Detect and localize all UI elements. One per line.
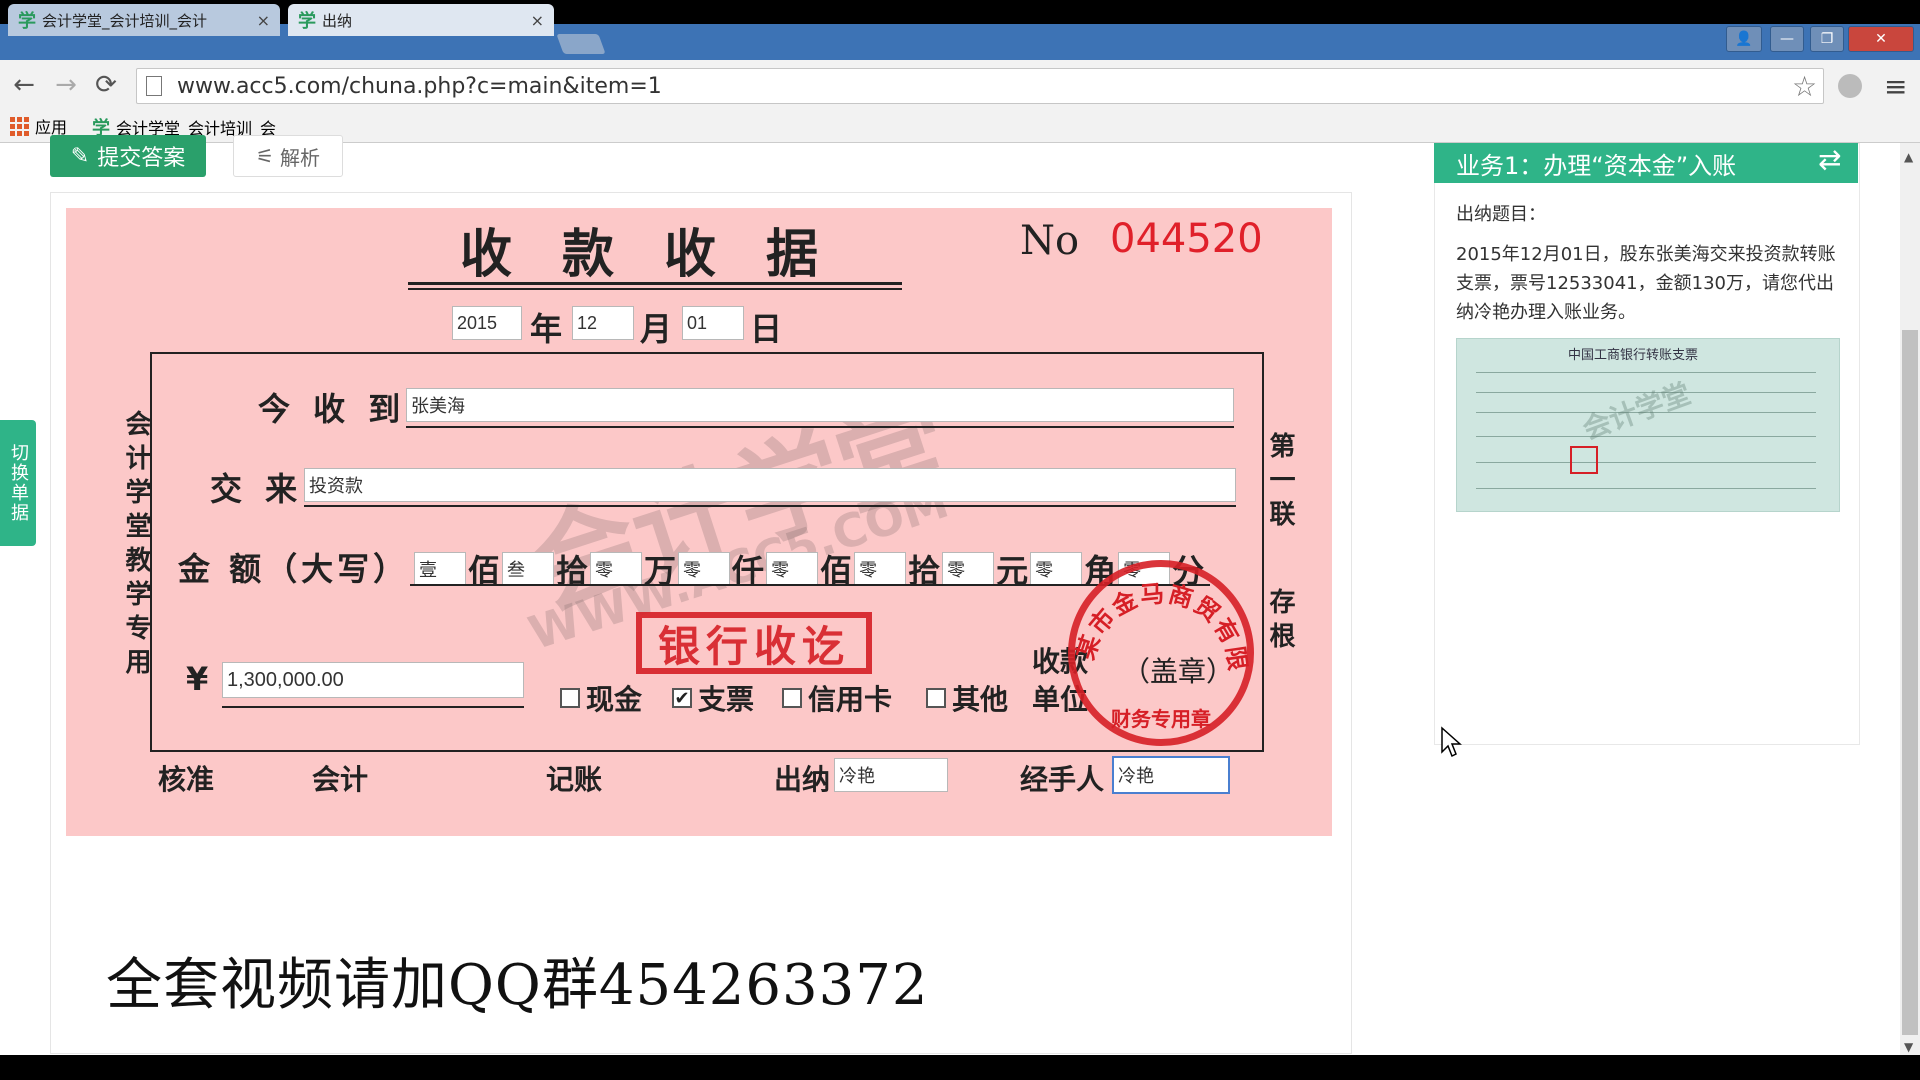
- question-text: 2015年12月01日，股东张美海交来投资款转账支票，票号12533041，金额…: [1456, 244, 1836, 323]
- cheque-line: [1476, 372, 1816, 373]
- question-label: 出纳题目：: [1456, 204, 1546, 225]
- close-window-button[interactable]: ✕: [1848, 26, 1914, 52]
- cashier-input[interactable]: [834, 758, 948, 792]
- task-header: 业务1：办理“资本金”入账: [1434, 143, 1858, 183]
- paid-for-input[interactable]: [304, 468, 1236, 502]
- tab-cashier[interactable]: 学 出纳 ×: [288, 4, 554, 36]
- cash-checkbox[interactable]: [560, 688, 580, 708]
- receipt-title: 收款收据: [460, 224, 869, 285]
- cheque-title: 中国工商银行转账支票: [1568, 348, 1699, 363]
- received-from-input[interactable]: [406, 388, 1234, 422]
- underline: [406, 426, 1234, 428]
- submit-answer-button[interactable]: ✎ 提交答案: [50, 135, 206, 177]
- day-label: 日: [750, 310, 783, 348]
- amount-words-label: 金 额（大写）: [178, 550, 410, 588]
- site-logo-icon: 学: [18, 11, 36, 32]
- payment-other[interactable]: 其他: [926, 678, 1008, 718]
- reload-icon[interactable]: ⟳: [88, 70, 124, 100]
- date-month-input[interactable]: [572, 306, 634, 340]
- cheque-stamp: [1570, 446, 1598, 474]
- scrollbar-thumb[interactable]: [1902, 330, 1918, 1035]
- screen-bottom-bar: [0, 1055, 1920, 1080]
- scroll-down-icon[interactable]: ▼: [1904, 1040, 1913, 1054]
- receipt-no-label: No: [1020, 218, 1080, 264]
- page-icon: [146, 76, 162, 96]
- swap-arrows-icon[interactable]: ⇄: [1818, 143, 1841, 176]
- vertical-label-stub: 存根: [1265, 588, 1295, 656]
- underline: [304, 505, 1236, 507]
- close-tab-icon[interactable]: ×: [531, 11, 544, 30]
- mouse-cursor-icon: [1441, 726, 1462, 758]
- bank-received-stamp: 银行收讫: [636, 612, 872, 674]
- scroll-up-icon[interactable]: ▲: [1904, 150, 1913, 164]
- seal-company-name: 某市金马商贸有限公司: [1068, 560, 1251, 674]
- extension-icon[interactable]: [1838, 74, 1862, 98]
- digit-input-yuan[interactable]: [942, 552, 995, 586]
- vertical-label-copy: 第一联: [1265, 432, 1295, 534]
- date-day-input[interactable]: [682, 306, 744, 340]
- new-tab-button[interactable]: [556, 34, 606, 54]
- title-underline: [408, 282, 902, 285]
- underline: [222, 706, 524, 708]
- currency-symbol: ¥: [186, 660, 209, 698]
- handler-input[interactable]: [1112, 756, 1230, 794]
- forward-icon[interactable]: →: [48, 70, 84, 100]
- payment-cheque[interactable]: ✔ 支票: [672, 678, 754, 718]
- minimize-button[interactable]: —: [1770, 26, 1804, 52]
- payment-cash[interactable]: 现金: [560, 678, 642, 718]
- handler-label: 经手人: [1020, 763, 1105, 796]
- year-label: 年: [530, 310, 563, 348]
- switch-document-tab[interactable]: 切换单据: [0, 420, 36, 546]
- amount-number-input[interactable]: [222, 662, 524, 698]
- bookkeeping-label: 记账: [546, 763, 603, 796]
- analysis-icon: ⚟: [256, 144, 274, 168]
- seal-finance-label: 财务专用章: [1111, 707, 1211, 731]
- month-label: 月: [640, 310, 673, 348]
- tab-title: 会计学堂_会计培训_会计: [42, 11, 208, 30]
- site-logo-icon: 学: [298, 11, 316, 32]
- close-tab-icon[interactable]: ×: [257, 11, 270, 30]
- other-checkbox[interactable]: [926, 688, 946, 708]
- edit-icon: ✎: [70, 143, 90, 169]
- receipt-no-value: 044520: [1110, 216, 1263, 262]
- cashier-label: 出纳: [774, 763, 831, 796]
- cheque-checkbox[interactable]: ✔: [672, 688, 692, 709]
- digit-input-ten-thousand[interactable]: [590, 552, 643, 586]
- restore-button[interactable]: ❐: [1810, 26, 1844, 52]
- paid-for-label: 交 来: [210, 470, 304, 508]
- company-seal-text: 某市金马商贸有限公司 财务专用章: [1068, 560, 1253, 731]
- digit-input-hundred-million[interactable]: [414, 552, 466, 586]
- bookmark-star-icon[interactable]: ☆: [1792, 70, 1817, 103]
- credit-card-checkbox[interactable]: [782, 688, 802, 708]
- cheque-line: [1476, 488, 1816, 489]
- payment-credit-card[interactable]: 信用卡: [782, 678, 892, 718]
- apps-grid-icon: [10, 116, 29, 136]
- address-bar[interactable]: www.acc5.com/chuna.php?c=main&item=1: [136, 68, 1824, 104]
- cheque-line: [1476, 436, 1816, 437]
- tab-accounting[interactable]: 学 会计学堂_会计培训_会计 ×: [8, 4, 280, 36]
- digit-input-thousand[interactable]: [678, 552, 731, 586]
- parse-button[interactable]: ⚟ 解析: [233, 135, 343, 177]
- menu-icon[interactable]: ≡: [1884, 70, 1907, 103]
- accounting-label: 会计: [312, 763, 369, 796]
- back-icon[interactable]: ←: [6, 70, 42, 100]
- video-caption: 全套视频请加QQ群454263372: [106, 953, 929, 1018]
- user-icon[interactable]: 👤: [1726, 26, 1762, 52]
- approve-label: 核准: [158, 763, 215, 796]
- cheque-line: [1476, 462, 1816, 463]
- svg-text:某市金马商贸有限公司: 某市金马商贸有限公司: [1068, 560, 1253, 674]
- tab-title: 出纳: [322, 11, 353, 30]
- digit-input-hundred[interactable]: [766, 552, 819, 586]
- title-underline: [408, 288, 902, 290]
- digit-input-ten-million[interactable]: [502, 552, 555, 586]
- digit-input-ten[interactable]: [854, 552, 907, 586]
- url-text: www.acc5.com/chuna.php?c=main&item=1: [177, 73, 662, 99]
- date-year-input[interactable]: [452, 306, 522, 340]
- received-from-label: 今 收 到: [258, 390, 407, 428]
